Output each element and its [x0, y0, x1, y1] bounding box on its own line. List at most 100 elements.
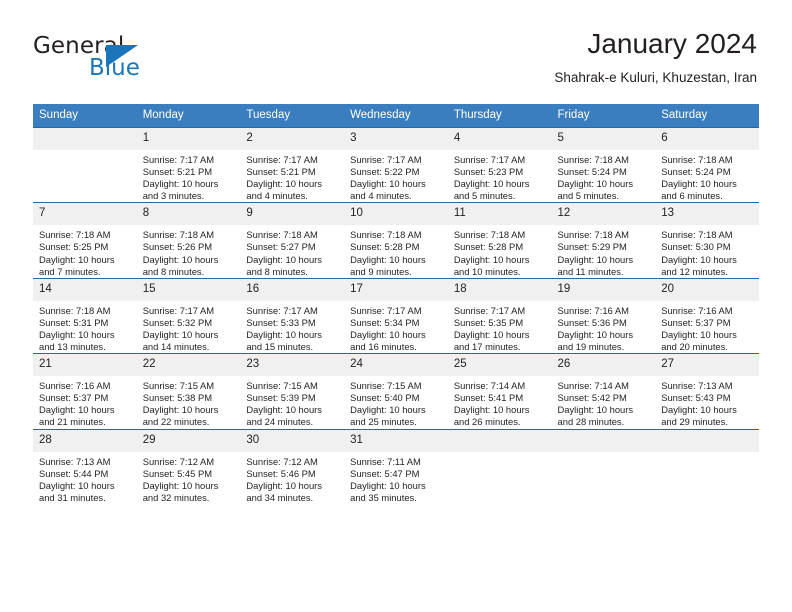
daylight-text-line2: and 8 minutes. — [142, 265, 205, 277]
calendar-cell-day[interactable]: 4 Sunrise: 7:17 AM Sunset: 5:23 PM Daylight… — [447, 126, 552, 203]
day-details: Sunrise: 7:16 AM Sunset: 5:37 PM Daylight:… — [33, 376, 137, 428]
day-details: Sunrise: 7:14 AM Sunset: 5:42 PM Daylight:… — [552, 376, 656, 428]
calendar-cell-day[interactable]: 15 Sunrise: 7:17 AM Sunset: 5:32 PM Dayligh… — [136, 277, 241, 354]
calendar-cell-day[interactable]: 7 Sunrise: 7:18 AM Sunset: 5:25 PM Daylight… — [33, 202, 137, 279]
calendar-cell-day[interactable]: 23 Sunrise: 7:15 AM Sunset: 5:39 PM Dayligh… — [240, 353, 345, 429]
day-number: 29 — [136, 429, 241, 452]
calendar-week-row: 7 Sunrise: 7:18 AM Sunset: 5:25 PM Daylight… — [33, 202, 759, 279]
calendar-cell-day[interactable]: 2 Sunrise: 7:17 AM Sunset: 5:21 PM Daylight… — [240, 126, 345, 203]
daylight-text-line1: Daylight: 10 hours — [350, 253, 426, 265]
day-details: Sunrise: 7:18 AM Sunset: 5:28 PM Daylight:… — [448, 225, 552, 277]
calendar-cell-day[interactable]: 10 Sunrise: 7:18 AM Sunset: 5:28 PM Dayligh… — [344, 202, 448, 279]
calendar-cell-day[interactable]: 18 Sunrise: 7:17 AM Sunset: 5:35 PM Dayligh… — [447, 277, 552, 354]
calendar-cell-day[interactable]: 19 Sunrise: 7:16 AM Sunset: 5:36 PM Dayligh… — [551, 277, 656, 354]
sunrise-text: Sunrise: 7:15 AM — [246, 380, 318, 392]
calendar-cell-day[interactable]: 22 Sunrise: 7:15 AM Sunset: 5:38 PM Dayligh… — [136, 353, 241, 429]
calendar-cell-day[interactable]: 20 Sunrise: 7:16 AM Sunset: 5:37 PM Dayligh… — [655, 277, 759, 354]
calendar-cell-day[interactable]: 12 Sunrise: 7:18 AM Sunset: 5:29 PM Dayligh… — [551, 202, 656, 279]
daylight-text-line2: and 6 minutes. — [661, 190, 723, 202]
daylight-text-line2: and 34 minutes. — [246, 491, 314, 503]
day-number: 25 — [447, 354, 552, 377]
daylight-text-line1: Daylight: 10 hours — [661, 404, 737, 416]
daylight-text-line1: Daylight: 10 hours — [661, 178, 737, 190]
sunset-text: Sunset: 5:35 PM — [453, 316, 524, 328]
sunrise-text: Sunrise: 7:16 AM — [661, 304, 733, 316]
sunset-text: Sunset: 5:33 PM — [246, 316, 316, 328]
calendar-cell-day[interactable]: 26 Sunrise: 7:14 AM Sunset: 5:42 PM Dayligh… — [551, 353, 656, 429]
day-details: Sunrise: 7:15 AM Sunset: 5:39 PM Daylight:… — [240, 376, 344, 428]
sunset-text: Sunset: 5:29 PM — [557, 241, 627, 253]
page-header: General Blue January 2024 Shahrak-e Kulu… — [0, 0, 792, 100]
calendar-week-row: 28 Sunrise: 7:13 AM Sunset: 5:44 PM Dayligh… — [33, 428, 759, 504]
sunset-text: Sunset: 5:45 PM — [142, 467, 213, 479]
day-number: 3 — [344, 128, 448, 150]
calendar-table: Sunday Monday Tuesday Wednesday Thursday… — [33, 104, 759, 504]
day-number: 23 — [240, 354, 345, 377]
sunrise-text: Sunrise: 7:16 AM — [557, 304, 629, 316]
calendar-week-row: 1 Sunrise: 7:17 AM Sunset: 5:21 PM Daylight… — [33, 126, 759, 203]
general-blue-logo[interactable]: General Blue — [33, 33, 173, 85]
calendar-cell-day[interactable]: 30 Sunrise: 7:12 AM Sunset: 5:46 PM Dayligh… — [240, 428, 345, 504]
daylight-text-line2: and 21 minutes. — [39, 416, 106, 428]
page-subtitle: Shahrak-e Kuluri, Khuzestan, Iran — [554, 70, 757, 85]
calendar-cell-day[interactable]: 17 Sunrise: 7:17 AM Sunset: 5:34 PM Dayligh… — [344, 277, 448, 354]
day-number: 31 — [344, 429, 448, 452]
sunset-text: Sunset: 5:24 PM — [661, 166, 731, 178]
daylight-text-line2: and 4 minutes. — [350, 190, 412, 202]
calendar-cell-day[interactable]: 9 Sunrise: 7:18 AM Sunset: 5:27 PM Daylight… — [240, 202, 345, 279]
calendar-cell-day[interactable]: 27 Sunrise: 7:13 AM Sunset: 5:43 PM Dayligh… — [655, 353, 759, 429]
daylight-text-line1: Daylight: 10 hours — [142, 253, 219, 265]
daylight-text-line2: and 35 minutes. — [350, 491, 417, 503]
calendar-cell-day[interactable]: 1 Sunrise: 7:17 AM Sunset: 5:21 PM Daylight… — [136, 126, 241, 203]
weekday-header-thursday: Thursday — [447, 104, 552, 128]
daylight-text-line2: and 16 minutes. — [350, 341, 417, 353]
day-number: 10 — [344, 203, 448, 226]
day-number: 28 — [33, 429, 137, 452]
calendar-cell-day[interactable]: 31 Sunrise: 7:11 AM Sunset: 5:47 PM Dayligh… — [344, 428, 448, 504]
daylight-text-line2: and 8 minutes. — [246, 265, 308, 277]
sunset-text: Sunset: 5:37 PM — [39, 392, 109, 404]
sunset-text: Sunset: 5:43 PM — [661, 392, 731, 404]
calendar-cell-day[interactable]: 5 Sunrise: 7:18 AM Sunset: 5:24 PM Daylight… — [551, 126, 656, 203]
calendar-cell-day[interactable]: 11 Sunrise: 7:18 AM Sunset: 5:28 PM Dayligh… — [447, 202, 552, 279]
calendar-cell-day[interactable]: 24 Sunrise: 7:15 AM Sunset: 5:40 PM Dayligh… — [344, 353, 448, 429]
calendar-body: 1 Sunrise: 7:17 AM Sunset: 5:21 PM Daylight… — [33, 126, 759, 504]
sunrise-text: Sunrise: 7:18 AM — [142, 229, 215, 241]
sunset-text: Sunset: 5:22 PM — [350, 166, 420, 178]
sunset-text: Sunset: 5:23 PM — [453, 166, 524, 178]
calendar-cell-day[interactable]: 8 Sunrise: 7:18 AM Sunset: 5:26 PM Daylight… — [136, 202, 241, 279]
daylight-text-line2: and 9 minutes. — [350, 265, 412, 277]
calendar-cell-day[interactable]: 21 Sunrise: 7:16 AM Sunset: 5:37 PM Dayligh… — [33, 353, 137, 429]
day-details: Sunrise: 7:17 AM Sunset: 5:22 PM Daylight:… — [344, 150, 448, 202]
day-details: Sunrise: 7:17 AM Sunset: 5:33 PM Daylight:… — [240, 301, 344, 353]
daylight-text-line1: Daylight: 10 hours — [453, 253, 530, 265]
weekday-header-tuesday: Tuesday — [240, 104, 345, 128]
sunrise-text: Sunrise: 7:17 AM — [142, 304, 215, 316]
day-details: Sunrise: 7:15 AM Sunset: 5:38 PM Daylight:… — [137, 376, 241, 428]
calendar-cell-day[interactable]: 16 Sunrise: 7:17 AM Sunset: 5:33 PM Dayligh… — [240, 277, 345, 354]
sunrise-text: Sunrise: 7:18 AM — [661, 229, 733, 241]
calendar-cell-day[interactable]: 25 Sunrise: 7:14 AM Sunset: 5:41 PM Dayligh… — [447, 353, 552, 429]
calendar-cell-day[interactable]: 29 Sunrise: 7:12 AM Sunset: 5:45 PM Dayligh… — [136, 428, 241, 504]
daylight-text-line1: Daylight: 10 hours — [557, 178, 634, 190]
daylight-text-line2: and 12 minutes. — [661, 265, 728, 277]
calendar-cell-day[interactable]: 28 Sunrise: 7:13 AM Sunset: 5:44 PM Dayligh… — [33, 428, 137, 504]
calendar-cell-day[interactable]: 6 Sunrise: 7:18 AM Sunset: 5:24 PM Daylight… — [655, 126, 759, 203]
day-details: Sunrise: 7:15 AM Sunset: 5:40 PM Daylight:… — [344, 376, 448, 428]
day-details: Sunrise: 7:18 AM Sunset: 5:24 PM Daylight:… — [655, 150, 759, 202]
sunrise-text: Sunrise: 7:12 AM — [246, 455, 318, 467]
daylight-text-line2: and 26 minutes. — [453, 416, 521, 428]
day-details: Sunrise: 7:13 AM Sunset: 5:43 PM Daylight:… — [655, 376, 759, 428]
sunset-text: Sunset: 5:44 PM — [39, 467, 109, 479]
logo-secondary-text: Blue — [89, 55, 140, 81]
calendar-cell-day[interactable]: 3 Sunrise: 7:17 AM Sunset: 5:22 PM Daylight… — [344, 126, 448, 203]
calendar-week-row: 21 Sunrise: 7:16 AM Sunset: 5:37 PM Dayligh… — [33, 353, 759, 429]
sunrise-text: Sunrise: 7:17 AM — [350, 304, 422, 316]
calendar-cell-day[interactable]: 14 Sunrise: 7:18 AM Sunset: 5:31 PM Dayligh… — [33, 277, 137, 354]
daylight-text-line1: Daylight: 10 hours — [246, 404, 322, 416]
page-title: January 2024 — [587, 28, 757, 59]
sunrise-text: Sunrise: 7:13 AM — [661, 380, 733, 392]
sunrise-text: Sunrise: 7:18 AM — [350, 229, 422, 241]
sunrise-text: Sunrise: 7:18 AM — [246, 229, 318, 241]
calendar-cell-day[interactable]: 13 Sunrise: 7:18 AM Sunset: 5:30 PM Dayligh… — [655, 202, 759, 279]
